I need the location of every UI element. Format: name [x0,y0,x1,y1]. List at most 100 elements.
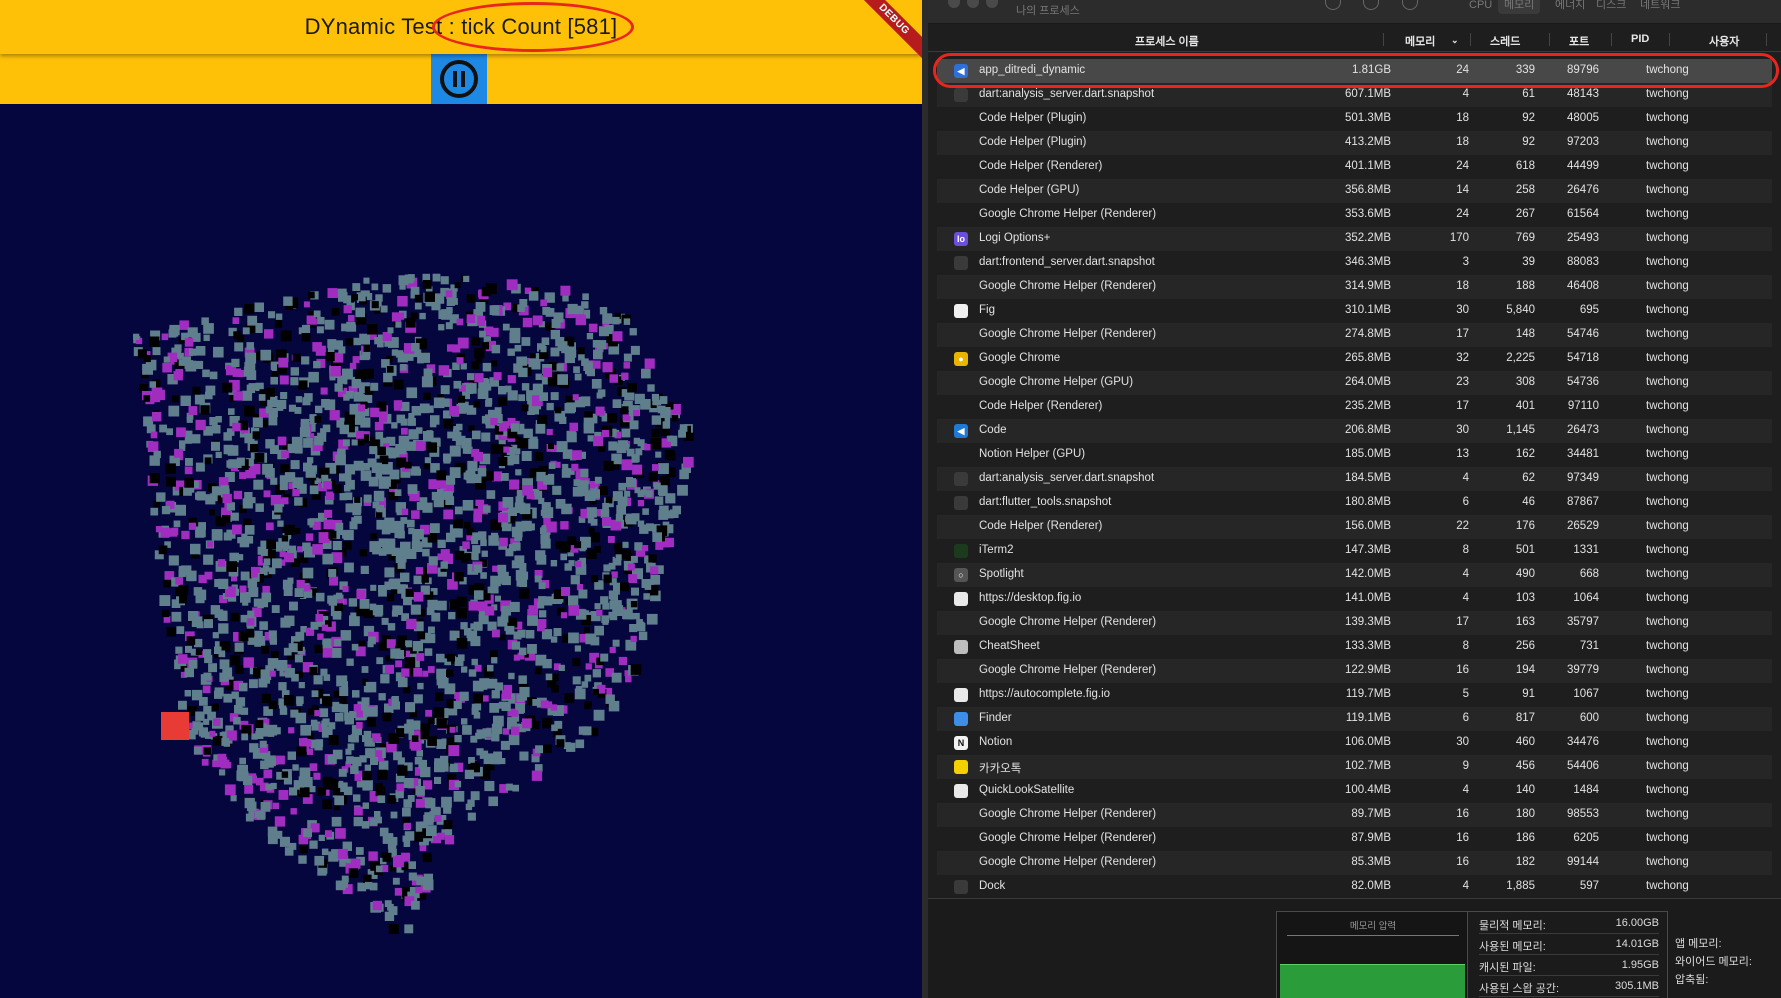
process-row[interactable]: https://desktop.fig.io 141.0MB 4 103 1064 twc… [937,587,1772,611]
process-threads: 18 [1456,280,1469,292]
process-row[interactable]: iTerm2 147.3MB 8 501 1331 twchong [937,539,1772,563]
process-ports: 194 [1515,664,1535,676]
process-row[interactable]: 카카오톡 102.7MB 9 456 54406 twchong [937,755,1772,779]
process-row[interactable]: Dock 82.0MB 4 1,885 597 twchong [937,875,1772,899]
process-row[interactable]: ◀ Code 206.8MB 30 1,145 26473 twchong [937,419,1772,443]
column-process-name[interactable]: 프로세스 이름 [1135,33,1199,49]
process-row[interactable]: dart:analysis_server.dart.snapshot 607.1M… [937,83,1772,107]
process-row[interactable]: Code Helper (Plugin) 501.3MB 18 92 48005 twch… [937,107,1772,131]
segment-0[interactable]: CPU [1463,0,1498,14]
process-row[interactable]: Google Chrome Helper (Renderer) 139.3MB 17… [937,611,1772,635]
zoom-window-button[interactable] [986,0,998,8]
logi-options-icon: lo [954,232,968,246]
point-cloud-canvas[interactable] [0,104,922,998]
process-pid: 1067 [1573,688,1599,700]
process-row[interactable]: Google Chrome Helper (Renderer) 87.9MB 16 1… [937,827,1772,851]
process-row[interactable]: Code Helper (Renderer) 401.1MB 24 618 44499 t… [937,155,1772,179]
process-row[interactable]: CheatSheet 133.3MB 8 256 731 twchong [937,635,1772,659]
process-threads: 17 [1456,400,1469,412]
process-row[interactable]: N Notion 106.0MB 30 460 34476 twchong [937,731,1772,755]
process-ports: 817 [1515,712,1535,724]
memory-stat-row: 사용된 메모리: 14.01GB [1479,935,1659,955]
process-row[interactable]: https://autocomplete.fig.io 119.7MB 5 91 106… [937,683,1772,707]
column-header: 프로세스 이름 메모리 ⌄ 스레드 포트 PID 사용자 [928,27,1781,52]
process-name: QuickLookSatellite [979,784,1075,796]
close-window-button[interactable] [948,0,960,8]
memory-stat-label: 물리적 메모리: [1479,920,1546,932]
highlight-marker [161,712,189,740]
process-name: 카카오톡 [979,763,1022,775]
process-pid: 89796 [1567,64,1599,76]
process-pid: 54736 [1567,376,1599,388]
column-memory[interactable]: 메모리 [1405,33,1435,49]
segment-4[interactable]: 네트워크 [1634,0,1686,14]
kakaotalk-icon [954,760,968,774]
dock-icon [954,880,968,894]
process-ports: 46 [1522,496,1535,508]
process-row[interactable]: Code Helper (Plugin) 413.2MB 18 92 97203 twch… [937,131,1772,155]
process-row[interactable]: Fig 310.1MB 30 5,840 695 twchong [937,299,1772,323]
process-name: Google Chrome Helper (Renderer) [979,832,1157,844]
minimize-window-button[interactable] [967,0,979,8]
process-row[interactable]: ● Google Chrome 265.8MB 32 2,225 54718 twchong [937,347,1772,371]
cheatsheet-icon [954,640,968,654]
process-row[interactable]: lo Logi Options+ 352.2MB 170 769 25493 twchong [937,227,1772,251]
notion-icon: N [954,736,968,750]
process-row[interactable]: Google Chrome Helper (Renderer) 274.8MB 17… [937,323,1772,347]
process-memory: 102.7MB [1344,760,1391,772]
process-row[interactable]: QuickLookSatellite 100.4MB 4 140 1484 twchong [937,779,1772,803]
process-ports: 308 [1515,376,1535,388]
process-row[interactable]: Google Chrome Helper (Renderer) 314.9MB 18… [937,275,1772,299]
process-memory: 89.7MB [1351,808,1391,820]
more-actions-icon[interactable] [1402,0,1418,10]
process-row[interactable]: dart:flutter_tools.snapshot 180.8MB 6 46 878… [937,491,1772,515]
process-ports: 456 [1515,760,1535,772]
process-row[interactable]: Google Chrome Helper (Renderer) 85.3MB 16 1… [937,851,1772,875]
memory-stat-label: 캐시된 파일: [1479,962,1536,974]
process-row[interactable]: Code Helper (GPU) 356.8MB 14 258 26476 twchon… [937,179,1772,203]
process-row[interactable]: Google Chrome Helper (Renderer) 122.9MB 16… [937,659,1772,683]
process-row[interactable]: Code Helper (Renderer) 156.0MB 22 176 26529 t… [937,515,1772,539]
process-user: twchong [1646,520,1689,532]
process-row[interactable]: Google Chrome Helper (Renderer) 353.6MB 24… [937,203,1772,227]
process-name: Code Helper (Plugin) [979,136,1087,148]
process-row[interactable]: ○ Spotlight 142.0MB 4 490 668 twchong [937,563,1772,587]
process-user: twchong [1646,496,1689,508]
process-threads: 4 [1462,568,1469,580]
terminal-icon [954,88,968,102]
column-threads[interactable]: 스레드 [1490,33,1520,49]
process-row[interactable]: Google Chrome Helper (Renderer) 89.7MB 16 1… [937,803,1772,827]
process-name: Code Helper (Renderer) [979,520,1103,532]
process-ports: 176 [1515,520,1535,532]
segment-2[interactable]: 에너지 [1549,0,1591,14]
process-threads: 18 [1456,112,1469,124]
process-row[interactable]: Code Helper (Renderer) 235.2MB 17 401 97110 t… [937,395,1772,419]
process-ports: 618 [1515,160,1535,172]
column-pid[interactable]: PID [1631,33,1649,45]
process-user: twchong [1646,448,1689,460]
segment-1[interactable]: 메모리 [1498,0,1541,14]
process-row[interactable]: Finder 119.1MB 6 817 600 twchong [937,707,1772,731]
process-row[interactable]: Notion Helper (GPU) 185.0MB 13 162 34481 twch… [937,443,1772,467]
process-user: twchong [1646,424,1689,436]
pause-button[interactable] [431,54,487,104]
process-ports: 92 [1522,136,1535,148]
column-ports[interactable]: 포트 [1569,33,1589,49]
process-row[interactable]: dart:frontend_server.dart.snapshot 346.3M… [937,251,1772,275]
process-row[interactable]: dart:analysis_server.dart.snapshot 184.5M… [937,467,1772,491]
process-ports: 39 [1522,256,1535,268]
column-user[interactable]: 사용자 [1709,33,1739,49]
info-icon[interactable] [1363,0,1379,10]
process-user: twchong [1646,616,1689,628]
process-row[interactable]: ◀ app_ditredi_dynamic 1.81GB 24 339 89796 twch… [937,59,1772,83]
process-row[interactable]: Google Chrome Helper (GPU) 264.0MB 23 308 54… [937,371,1772,395]
memory-pressure-bar [1280,964,1465,998]
stop-process-icon[interactable] [1325,0,1341,10]
process-user: twchong [1646,664,1689,676]
process-threads: 24 [1456,160,1469,172]
segment-3[interactable]: 디스크 [1590,0,1632,14]
shield-icon [954,592,968,606]
process-pid: 34481 [1567,448,1599,460]
process-name: https://desktop.fig.io [979,592,1082,604]
memory-breakdown: 앱 메모리: 와이어드 메모리: 압축됨: [1675,911,1781,998]
